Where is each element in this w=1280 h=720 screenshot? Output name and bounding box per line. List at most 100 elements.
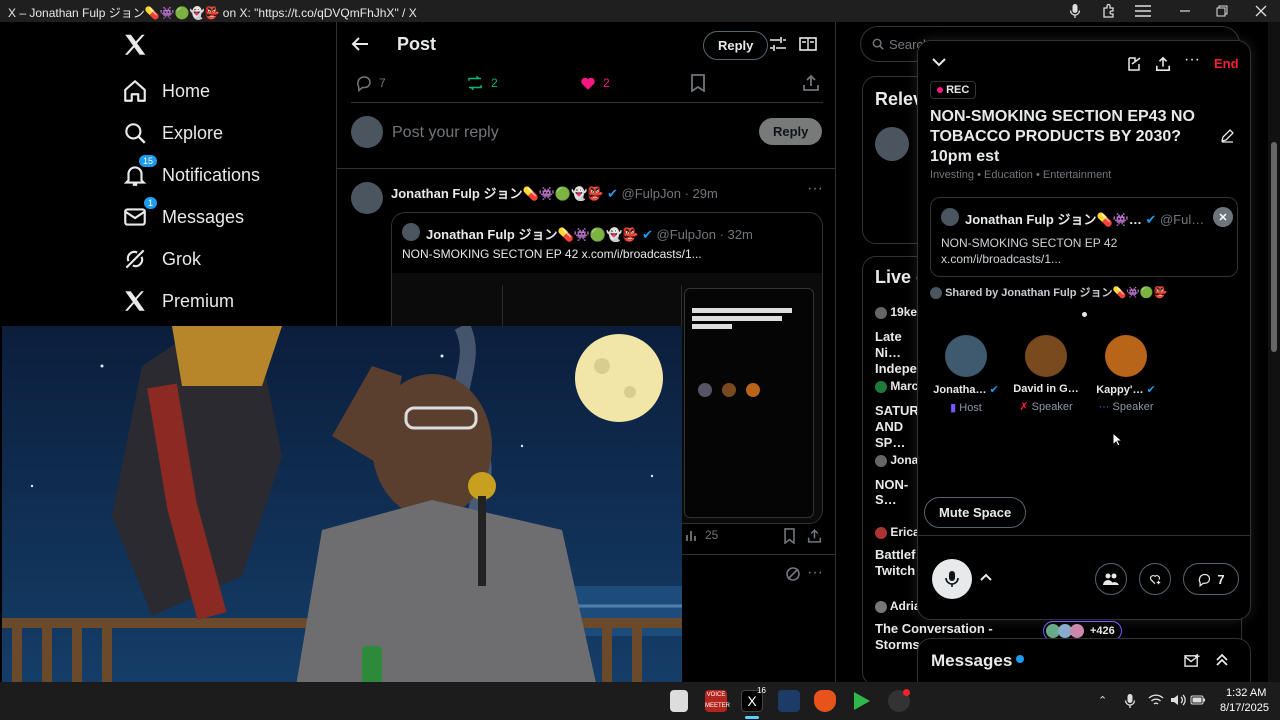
battery-icon[interactable] [1190, 694, 1206, 706]
like-action[interactable]: 2 [579, 74, 610, 92]
pinned-header: Jonathan Fulp ジョン💊👾… ✔ @Ful… [965, 209, 1205, 228]
reply-time[interactable]: · 29m [685, 186, 718, 201]
reply-input[interactable]: Post your reply [392, 124, 499, 142]
verified-icon: ✔ [1145, 212, 1157, 227]
verified-icon: ✔ [989, 384, 999, 396]
nav-premium[interactable]: Premium [122, 284, 234, 318]
nav-explore[interactable]: Explore [122, 116, 223, 150]
rec-badge: REC [930, 81, 977, 99]
nav-home[interactable]: Home [122, 74, 210, 108]
quoted-header: Jonathan Fulp ジョン💊👾🟢👻👺 ✔ @FulpJon · 32m [426, 224, 816, 243]
clock-date[interactable]: 8/17/2025 [1220, 702, 1269, 714]
dock-icon[interactable] [1126, 56, 1142, 72]
mute-space-button[interactable]: Mute Space [924, 497, 1027, 528]
reaction-button[interactable] [1139, 563, 1171, 595]
back-arrow-icon[interactable] [351, 36, 369, 52]
share-icon[interactable] [802, 74, 820, 92]
adjust-icon[interactable] [769, 36, 787, 52]
replies-action[interactable]: 7 [355, 74, 386, 92]
chevron-down-icon[interactable] [932, 57, 946, 67]
edit-icon[interactable] [1220, 129, 1234, 143]
file-icon[interactable] [670, 690, 688, 712]
likes-count: 2 [603, 76, 610, 90]
bookmark-icon[interactable] [690, 74, 706, 92]
pinned-post[interactable]: Jonathan Fulp ジョン💊👾… ✔ @Ful… NON-SMOKING… [930, 197, 1238, 277]
wifi-icon[interactable] [1148, 693, 1164, 707]
brave-browser-icon[interactable] [814, 690, 836, 712]
app-icon[interactable] [778, 690, 800, 712]
nav-messages[interactable]: 1 Messages [122, 196, 245, 234]
voicemeeter-icon[interactable]: VOICE MEETER [705, 690, 730, 712]
live-item-host[interactable]: Jona [875, 453, 918, 467]
bookmark-icon[interactable] [783, 528, 796, 544]
microphone-button[interactable] [932, 559, 972, 599]
views-count: 25 [705, 528, 719, 542]
messages-drawer[interactable]: Messages [917, 638, 1251, 686]
comments-button[interactable]: 7 [1183, 563, 1239, 595]
reader-view-icon[interactable] [799, 36, 817, 52]
new-message-icon[interactable] [1184, 653, 1201, 668]
restore-icon[interactable] [1214, 3, 1230, 19]
chevron-up-icon[interactable] [980, 573, 992, 582]
nav-home-label: Home [162, 80, 211, 101]
mouse-cursor-icon [1112, 432, 1122, 447]
home-icon [124, 80, 146, 102]
speaker[interactable]: David in G… ✗ Speaker [1001, 335, 1091, 413]
avatar[interactable] [351, 182, 383, 214]
volume-icon[interactable] [1170, 693, 1186, 707]
microphone-icon [945, 571, 959, 587]
avatar[interactable] [351, 116, 383, 148]
people-button[interactable] [1095, 563, 1127, 595]
verified-icon: ✔ [642, 227, 653, 242]
more-options-icon[interactable]: ··· [1184, 51, 1200, 69]
avatar[interactable] [875, 127, 909, 161]
webcam-scene-image [2, 326, 682, 710]
more-options-icon[interactable]: ··· [807, 564, 823, 582]
extensions-icon[interactable] [1101, 3, 1117, 19]
comments-count: 7 [1217, 571, 1225, 587]
reply-handle[interactable]: @FulpJon [622, 186, 681, 201]
end-space-button[interactable]: End [1214, 56, 1239, 71]
nav-grok[interactable]: Grok [122, 242, 201, 276]
double-chevron-up-icon[interactable] [1215, 653, 1229, 667]
live-item-host[interactable]: Adria [875, 599, 921, 613]
media-player-icon[interactable] [850, 690, 872, 712]
page-scrollbar[interactable] [1268, 22, 1280, 682]
unpin-button[interactable] [1213, 207, 1233, 227]
avatar [1105, 335, 1147, 377]
verified-icon: ✔ [1146, 384, 1156, 396]
clock-time[interactable]: 1:32 AM [1226, 687, 1266, 699]
reply-header-button[interactable]: Reply [703, 31, 769, 60]
speaker-host[interactable]: Jonatha… ✔ ▮ Host [921, 335, 1011, 414]
active-indicator [745, 716, 759, 719]
audio-bars-icon: ▮ [950, 402, 957, 414]
os-taskbar: VOICE MEETER X 16 ⌃ 1:32 AM 8/17/2025 [0, 682, 1280, 720]
nav-messages-label: Messages [162, 206, 245, 227]
reply-submit-button[interactable]: Reply [759, 118, 823, 145]
quoted-author: Jonathan Fulp ジョン💊👾🟢👻👺 [426, 227, 639, 242]
space-title: NON-SMOKING SECTION EP43 NO TOBACCO PROD… [930, 108, 1195, 165]
nav-explore-label: Explore [162, 122, 224, 143]
speaker-name: Kappy'… ✔ [1096, 384, 1156, 396]
share-icon[interactable] [807, 528, 822, 544]
nav-notifications[interactable]: 15 Notifications [122, 154, 260, 192]
speaker[interactable]: Kappy'… ✔ ··· Speaker [1081, 335, 1171, 413]
speaker-role: ··· Speaker [1098, 401, 1154, 413]
live-item-host[interactable]: Marc [875, 379, 918, 393]
ellipsis-icon: ··· [1098, 401, 1110, 413]
microphone-icon[interactable] [1124, 693, 1136, 709]
reply-author[interactable]: Jonathan Fulp ジョン💊👾🟢👻👺 [391, 186, 603, 201]
views-action[interactable]: 25 [685, 528, 718, 542]
close-icon[interactable] [1253, 3, 1269, 19]
repost-action[interactable]: 2 [465, 74, 498, 92]
grok-icon[interactable] [785, 566, 801, 582]
more-options-icon[interactable]: ··· [807, 180, 823, 198]
chevron-up-icon[interactable]: ⌃ [1098, 694, 1107, 707]
live-item-host[interactable]: Erica [875, 525, 920, 539]
share-icon[interactable] [1155, 56, 1171, 72]
microphone-icon[interactable] [1067, 3, 1083, 19]
scrollbar-thumb[interactable] [1271, 142, 1277, 352]
menu-icon[interactable] [1134, 3, 1152, 19]
x-logo-icon[interactable] [122, 32, 148, 58]
minimize-icon[interactable] [1177, 3, 1193, 19]
